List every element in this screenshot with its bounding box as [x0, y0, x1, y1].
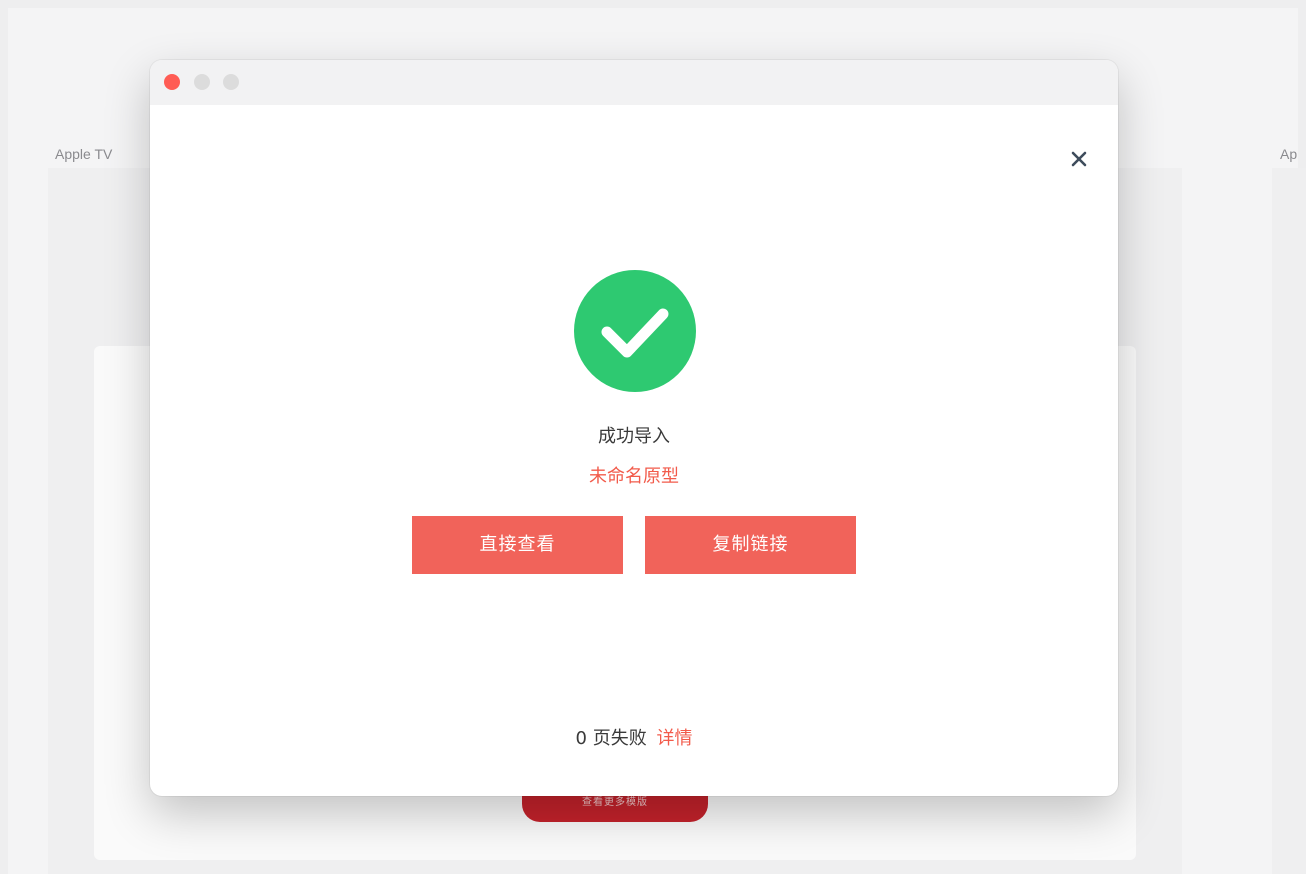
prototype-name: 未命名原型 — [589, 466, 679, 487]
failed-text: 页失败 — [592, 728, 647, 749]
check-circle-icon — [574, 270, 696, 392]
right-template-card — [1272, 168, 1306, 874]
failed-count: 0 — [575, 728, 587, 749]
view-directly-button[interactable]: 直接查看 — [412, 516, 623, 574]
copy-link-button[interactable]: 复制链接 — [645, 516, 856, 574]
window-minimize-button[interactable] — [194, 74, 210, 90]
failure-summary: 0 页失败 详情 — [150, 724, 1118, 750]
window-close-button[interactable] — [164, 74, 180, 90]
left-card-title: Apple TV — [55, 146, 113, 162]
import-success-dialog: 成功导入 未命名原型 直接查看 复制链接 0 页失败 详情 — [150, 60, 1118, 796]
window-titlebar — [150, 60, 1118, 105]
close-icon[interactable] — [1064, 144, 1094, 174]
window-maximize-button[interactable] — [223, 74, 239, 90]
details-link[interactable]: 详情 — [656, 728, 692, 749]
status-title: 成功导入 — [598, 426, 670, 447]
right-card-title: Ap — [1280, 146, 1298, 162]
